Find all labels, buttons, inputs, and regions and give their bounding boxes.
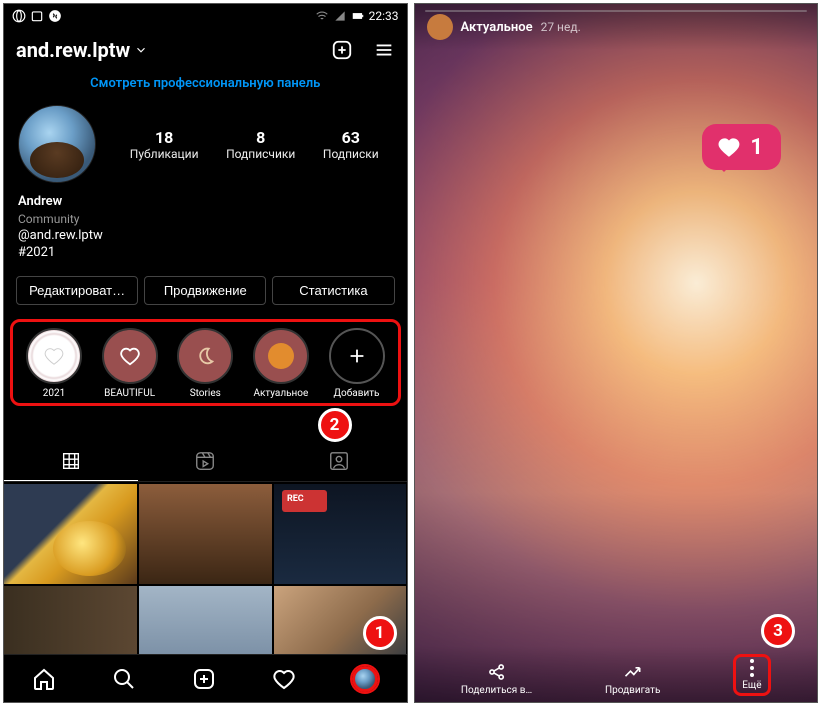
bio: Andrew Community @and.rew.lptw #2021	[4, 193, 407, 262]
highlight-2021[interactable]: 2021	[19, 328, 89, 399]
story-avatar[interactable]	[427, 14, 453, 40]
orange-icon	[253, 328, 309, 384]
heart-icon	[716, 134, 742, 160]
username-dropdown[interactable]: and.rew.lptw	[16, 38, 148, 62]
username-text: and.rew.lptw	[16, 38, 130, 62]
step-badge-3: 3	[761, 614, 795, 648]
grid-icon	[60, 450, 82, 472]
highlights-row: 2021 BEAUTIFUL Stories Актуальное Добави…	[10, 319, 401, 406]
pro-panel-link[interactable]: Смотреть профессиональную панель	[4, 70, 407, 101]
home-icon[interactable]	[32, 667, 56, 691]
stat-followers[interactable]: 8 Подписчики	[226, 128, 295, 161]
clock: 22:33	[369, 9, 399, 23]
signal-icon	[333, 9, 347, 23]
header-row: and.rew.lptw	[4, 28, 407, 70]
status-left	[12, 9, 62, 23]
opera-icon	[12, 9, 26, 23]
stats-button[interactable]: Статистика	[272, 276, 394, 305]
edit-profile-button[interactable]: Редактироват…	[16, 276, 138, 305]
more-dots-icon	[750, 659, 754, 677]
moon-icon	[177, 328, 233, 384]
post-thumb[interactable]	[274, 484, 407, 584]
status-right: 22:33	[315, 9, 399, 23]
tab-grid[interactable]	[4, 442, 138, 481]
like-count: 1	[750, 135, 763, 160]
share-icon	[487, 662, 507, 682]
reels-icon	[194, 450, 216, 472]
step-badge-2: 2	[318, 408, 352, 442]
hamburger-icon[interactable]	[373, 39, 395, 61]
plus-icon	[329, 328, 385, 384]
post-thumb[interactable]	[139, 484, 272, 584]
more-highlight-box: Ещё	[733, 654, 770, 696]
phone-profile: 22:33 and.rew.lptw Смотреть профессионал…	[3, 3, 408, 703]
header-actions	[331, 39, 395, 61]
bio-name: Andrew	[18, 193, 393, 211]
battery-icon	[351, 9, 365, 23]
shazam-icon	[48, 9, 62, 23]
wifi-icon	[315, 9, 329, 23]
new-post-nav-icon[interactable]	[192, 667, 216, 691]
phone-story: Актуальное 27 нед. 1 Поделиться в… Продв…	[414, 3, 819, 703]
highlight-add[interactable]: Добавить	[322, 328, 392, 399]
more-button[interactable]: Ещё	[733, 654, 770, 696]
story-header: Актуальное 27 нед.	[415, 4, 818, 50]
share-button[interactable]: Поделиться в…	[461, 662, 532, 696]
profile-avatar[interactable]	[18, 105, 96, 183]
story-footer: Поделиться в… Продвигать Ещё	[415, 646, 818, 702]
calendar-icon	[30, 9, 44, 23]
heart-icon	[102, 328, 158, 384]
activity-icon[interactable]	[272, 667, 296, 691]
story-title: Актуальное	[461, 20, 533, 35]
highlight-beautiful[interactable]: BEAUTIFUL	[95, 328, 165, 399]
tab-reels[interactable]	[138, 442, 272, 481]
search-icon[interactable]	[112, 667, 136, 691]
bottom-nav	[4, 654, 407, 702]
promote-button[interactable]: Продвижение	[144, 276, 266, 305]
stat-following[interactable]: 63 Подписки	[323, 128, 379, 161]
highlight-actual[interactable]: Актуальное	[246, 328, 316, 399]
post-thumb[interactable]	[4, 484, 137, 584]
story-time: 27 нед.	[541, 20, 581, 34]
highlight-stories[interactable]: Stories	[170, 328, 240, 399]
status-bar: 22:33	[4, 4, 407, 28]
bio-hashtag[interactable]: #2021	[18, 244, 393, 262]
nav-profile-avatar[interactable]	[352, 666, 378, 692]
promote-story-button[interactable]: Продвигать	[605, 662, 660, 696]
chevron-down-icon	[134, 43, 148, 57]
bio-category: Community	[18, 211, 393, 227]
highlight-cover-icon	[26, 328, 82, 384]
new-post-icon[interactable]	[331, 39, 353, 61]
stat-posts[interactable]: 18 Публикации	[130, 128, 199, 161]
tab-tagged[interactable]	[272, 442, 406, 481]
tagged-icon	[328, 450, 350, 472]
bio-handle: @and.rew.lptw	[18, 227, 393, 245]
trend-icon	[623, 662, 643, 682]
profile-row: 18 Публикации 8 Подписчики 63 Подписки	[4, 101, 407, 193]
content-tabs	[4, 442, 407, 482]
step-badge-1: 1	[363, 616, 397, 650]
action-buttons: Редактироват… Продвижение Статистика	[4, 262, 407, 317]
stats-row: 18 Публикации 8 Подписчики 63 Подписки	[116, 128, 393, 161]
like-sticker[interactable]: 1	[702, 124, 781, 170]
